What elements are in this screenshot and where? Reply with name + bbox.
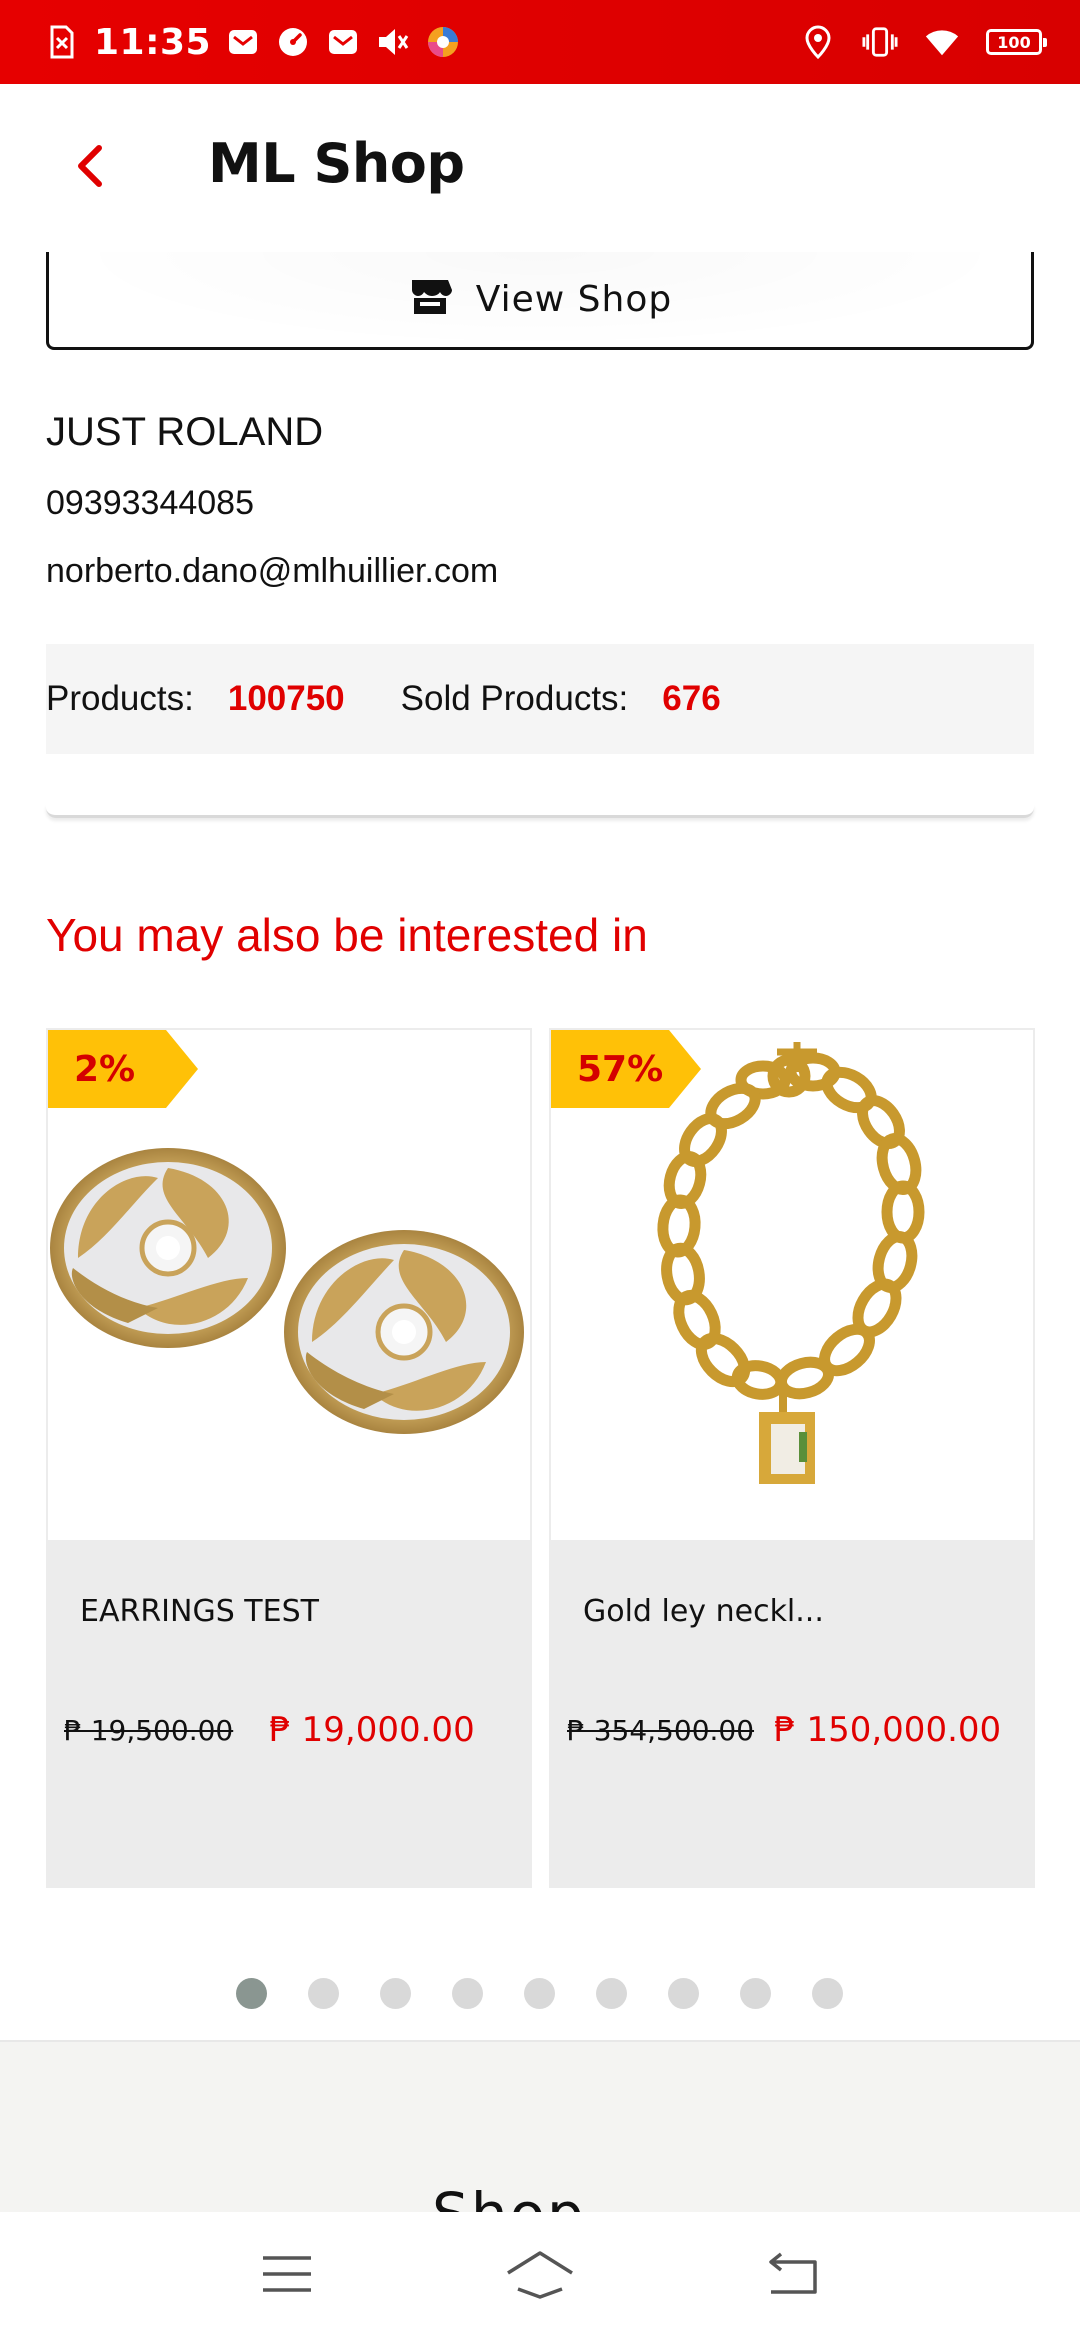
wifi-icon [924,24,960,60]
status-bar: 11:35 100 [0,0,1080,84]
speaker-mute-icon [375,24,411,60]
sale-price: ₱ 19,000.00 [269,1710,475,1750]
price-row: ₱ 19,500.00 ₱ 19,000.00 [64,1710,475,1750]
view-shop-button[interactable]: View Shop [46,252,1034,350]
pager-dot[interactable] [812,1978,843,2009]
sold-products-stat: Sold Products: 676 [401,679,721,719]
sold-products-value: 676 [662,679,721,718]
back-button[interactable] [62,130,118,206]
products-value: 100750 [227,679,345,718]
seller-name: JUST ROLAND [46,410,324,454]
status-time: 11:35 [94,21,212,63]
pager-dot-active[interactable] [236,1978,267,2009]
pager-dot[interactable] [452,1978,483,2009]
system-nav-bar [0,2212,1080,2340]
sale-price: ₱ 150,000.00 [774,1710,1002,1750]
app-bar: ML Shop [0,84,1080,252]
storefront-icon [408,278,452,321]
product-info: Gold ley neckl... ₱ 354,500.00 ₱ 150,000… [551,1540,1033,1886]
discount-badge: 57% [551,1030,701,1108]
product-name: Gold ley neckl... [583,1594,824,1629]
browser-icon [425,24,461,60]
vibrate-icon [862,24,898,60]
pager-dot[interactable] [380,1978,411,2009]
mail-icon [225,24,261,60]
original-price: ₱ 354,500.00 [567,1713,755,1747]
section-title: You may also be interested in [46,909,648,961]
product-name: EARRINGS TEST [80,1594,319,1629]
home-icon [504,2249,576,2304]
products-stat: Products: 100750 [46,679,345,719]
gauge-icon [275,24,311,60]
pager-dot[interactable] [524,1978,555,2009]
view-shop-label: View Shop [475,279,673,320]
home-button[interactable] [480,2226,600,2326]
status-bar-left: 11:35 [44,18,461,66]
product-card[interactable]: 2% EARRINGS TEST ₱ 19,500.00 ₱ 19,000.00 [46,1028,532,1888]
price-row: ₱ 354,500.00 ₱ 150,000.00 [567,1710,1001,1750]
pager-dot[interactable] [308,1978,339,2009]
carousel-pager [236,1978,843,2009]
chevron-left-icon [73,142,107,195]
back-icon [765,2252,821,2301]
seller-phone: 09393344085 [46,484,255,522]
pager-dot[interactable] [740,1978,771,2009]
sold-products-label: Sold Products: [400,679,629,718]
product-card[interactable]: 57% Gold ley neckl... ₱ 354,500.00 ₱ 150… [549,1028,1035,1888]
seller-email: norberto.dano@mlhuillier.com [46,552,499,590]
sim-alert-icon [44,24,80,60]
shop-stats: Products: 100750 Sold Products: 676 [46,644,1034,754]
discount-badge: 2% [48,1030,198,1108]
menu-button[interactable] [227,2226,347,2326]
menu-icon [261,2254,313,2299]
products-label: Products: [46,679,194,718]
product-info: EARRINGS TEST ₱ 19,500.00 ₱ 19,000.00 [48,1540,530,1886]
location-icon [800,24,836,60]
pager-dot[interactable] [668,1978,699,2009]
battery-icon: 100 [986,29,1047,55]
pager-dot[interactable] [596,1978,627,2009]
mail-icon [325,24,361,60]
status-bar-right: 100 [800,18,1047,66]
page-title: ML Shop [208,132,465,195]
divider [46,804,1034,818]
original-price: ₱ 19,500.00 [64,1713,234,1747]
back-nav-button[interactable] [733,2226,853,2326]
